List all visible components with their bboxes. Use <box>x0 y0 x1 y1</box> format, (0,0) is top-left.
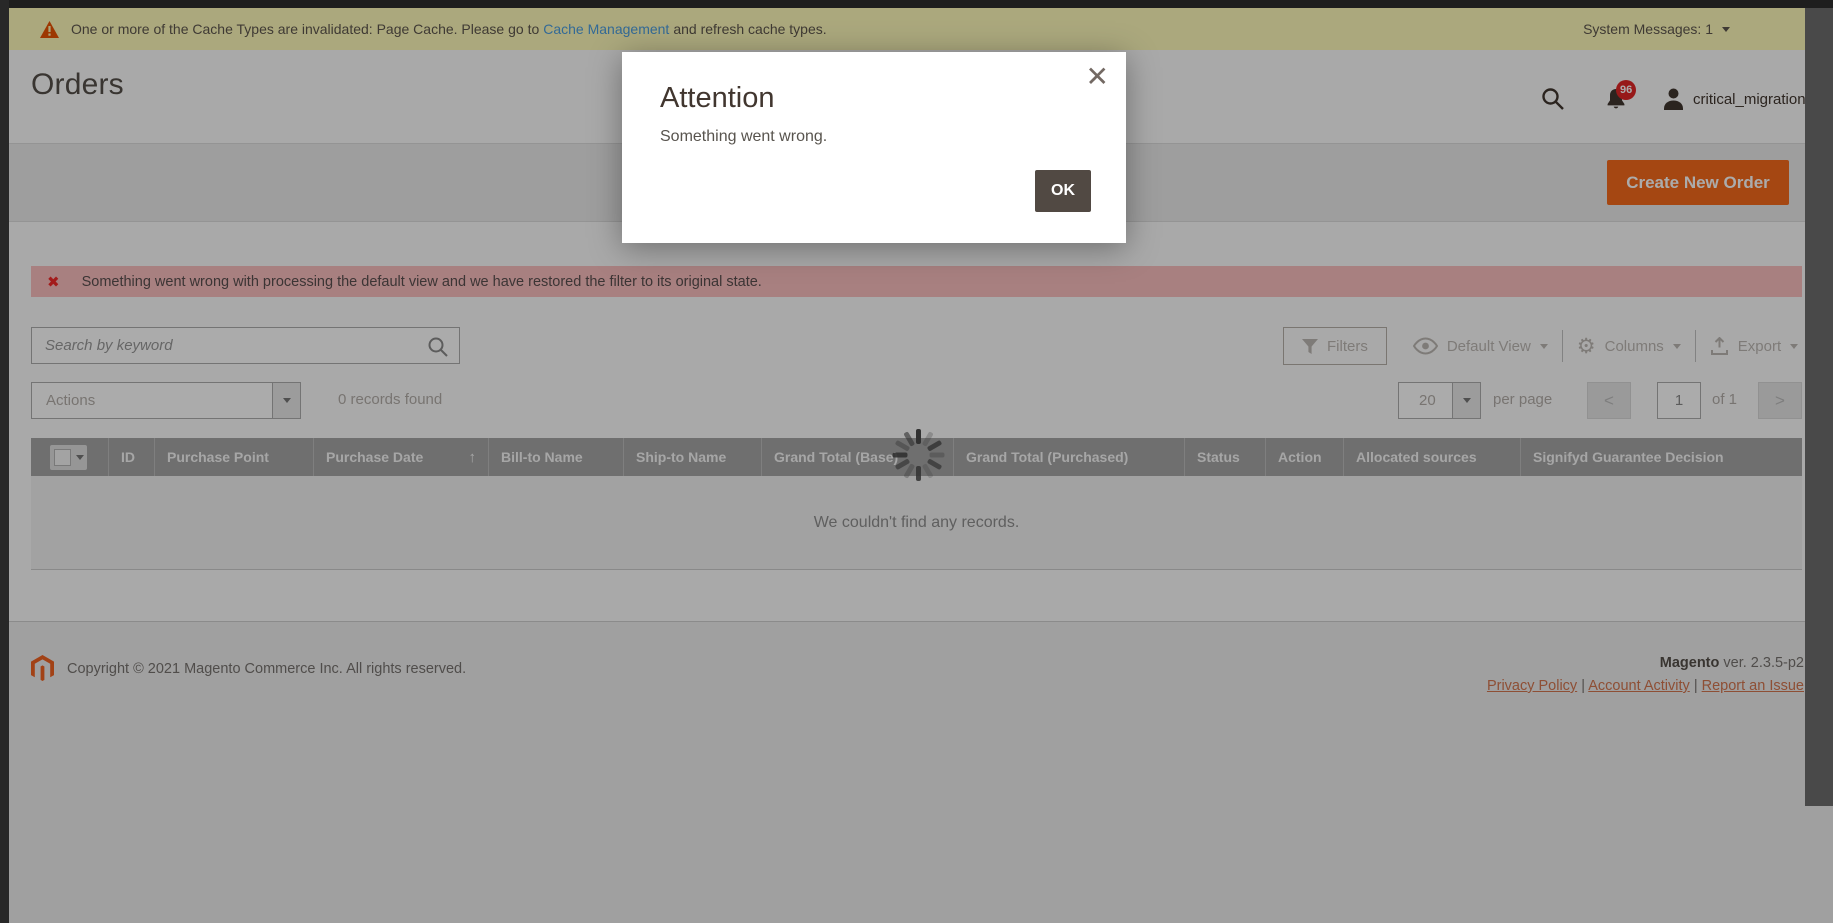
magento-admin-orders-page: One or more of the Cache Types are inval… <box>0 0 1833 923</box>
modal-title: Attention <box>660 82 775 114</box>
attention-modal: ✕ Attention Something went wrong. OK <box>622 52 1126 243</box>
close-icon[interactable]: ✕ <box>1086 57 1109 96</box>
modal-message: Something went wrong. <box>660 128 828 145</box>
ok-button[interactable]: OK <box>1035 170 1091 212</box>
